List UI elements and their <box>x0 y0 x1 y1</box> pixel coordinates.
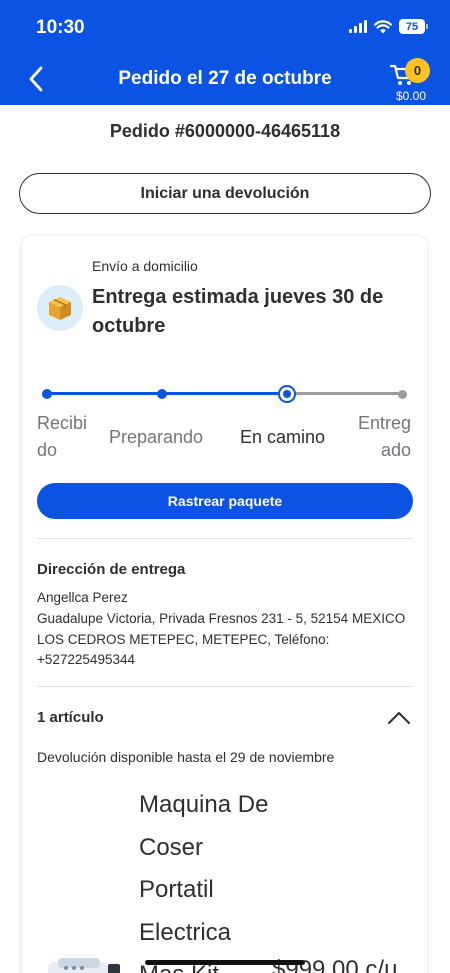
status-time: 10:30 <box>36 17 85 38</box>
step-label-preparing: Preparando <box>109 427 204 447</box>
cart-button[interactable]: 0 $0.00 <box>388 56 434 103</box>
progress-step-dot <box>157 389 167 399</box>
recipient-name: Angellca Perez <box>37 590 128 605</box>
track-package-button[interactable]: Rastrear paquete <box>37 483 413 519</box>
address-details: Guadalupe Victoria, Privada Fresnos 231 … <box>37 611 406 667</box>
chevron-up-icon <box>388 712 410 724</box>
address-heading: Dirección de entrega <box>37 561 186 578</box>
product-image[interactable] <box>44 954 130 973</box>
cart-total: $0.00 <box>395 89 427 103</box>
progress-step-current-dot <box>278 385 296 403</box>
cart-count-badge: 0 <box>405 58 430 83</box>
status-icons: 75 <box>349 19 428 34</box>
shipping-type: Envío a domicilio <box>92 258 198 274</box>
package-icon <box>37 285 83 331</box>
step-label-delivered: Entreg ado <box>357 413 411 460</box>
product-title[interactable]: Maquina De Coser Portatil Electrica Mas … <box>139 784 279 973</box>
battery-level: 75 <box>399 19 425 34</box>
estimated-delivery: Entrega estimada jueves 30 de octubre <box>92 286 384 337</box>
top-bar: 10:30 75 Pedido el 27 de octubre 0 $0.00 <box>0 0 450 105</box>
divider <box>37 538 413 539</box>
cellular-signal-icon <box>349 20 367 33</box>
divider <box>37 686 413 687</box>
progress-step-dot <box>42 389 52 399</box>
chevron-left-icon <box>29 66 43 92</box>
progress-line-complete <box>47 392 287 395</box>
wifi-icon <box>374 19 392 33</box>
page-title: Pedido el 27 de octubre <box>118 68 332 89</box>
step-label-received: Recibi do <box>37 413 88 460</box>
start-return-button[interactable]: Iniciar una devolución <box>19 173 431 214</box>
home-indicator <box>145 960 305 965</box>
order-number: Pedido #6000000-46465118 <box>109 121 341 141</box>
items-heading: 1 artículo <box>37 709 104 726</box>
return-window-text: Devolución disponible hasta el 29 de nov… <box>37 749 335 765</box>
battery-icon: 75 <box>399 19 428 34</box>
progress-step-dot <box>398 390 407 399</box>
step-label-in-transit: En camino <box>240 427 326 447</box>
progress-line-remaining <box>287 392 403 395</box>
collapse-items-button[interactable] <box>386 707 412 729</box>
back-button[interactable] <box>22 64 50 94</box>
